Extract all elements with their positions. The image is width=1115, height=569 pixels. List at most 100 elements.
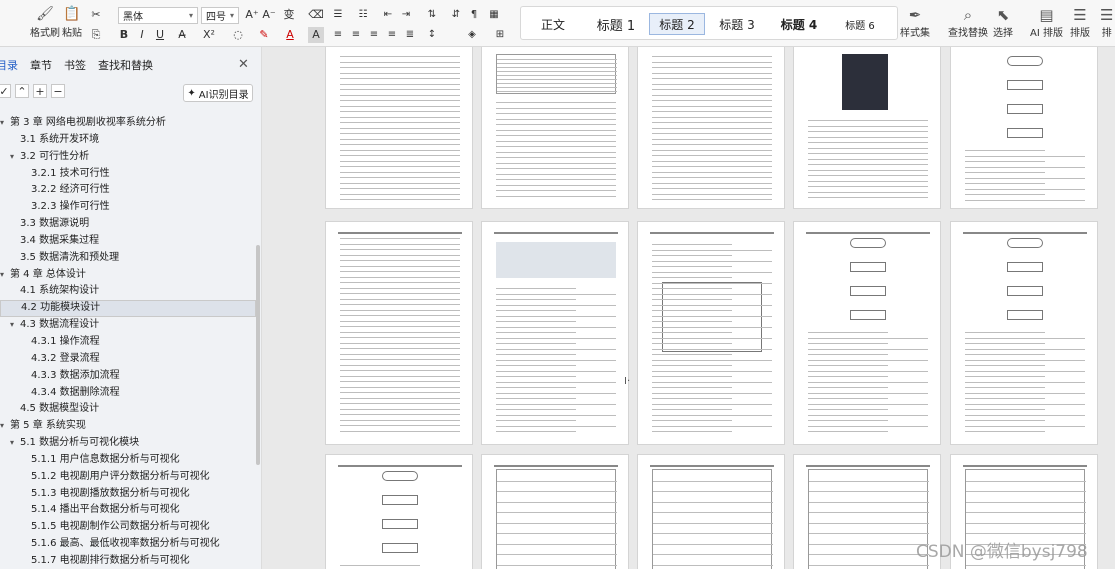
char-shading-icon[interactable]: A [308, 27, 324, 43]
style-heading-6[interactable]: 标题 6 [833, 13, 887, 35]
document-page[interactable] [637, 47, 785, 209]
sort-icon[interactable]: ⇵ [448, 7, 464, 23]
shrink-font-icon[interactable]: A⁻ [261, 7, 277, 23]
distributed-icon[interactable]: ≣ [402, 27, 418, 43]
chevron-down-icon[interactable]: ▾ [0, 267, 4, 284]
chevron-down-icon[interactable]: ▾ [10, 149, 14, 166]
move-up-icon[interactable]: ⌃ [15, 84, 29, 98]
ai-toc-button[interactable]: ✦ AI识别目录 [183, 84, 253, 102]
toc-item[interactable]: 4.3.1 操作流程 [0, 334, 256, 351]
chevron-down-icon[interactable]: ▾ [10, 317, 14, 334]
toc-item[interactable]: 3.2.3 操作可行性 [0, 199, 256, 216]
style-heading-4[interactable]: 标题 4 [769, 13, 829, 35]
paste-button[interactable]: 📋 粘贴 [62, 6, 82, 39]
style-heading-2[interactable]: 标题 2 [649, 13, 705, 35]
document-page[interactable] [793, 221, 941, 445]
remove-heading-icon[interactable]: − [51, 84, 65, 98]
document-page[interactable] [481, 221, 629, 445]
copy-icon[interactable]: ⎘ [88, 27, 104, 43]
close-icon[interactable]: ✕ [238, 57, 249, 72]
phonetic-guide-icon[interactable]: 变 [281, 7, 297, 23]
toc-item[interactable]: 5.1.5 电视剧制作公司数据分析与可视化 [0, 519, 256, 536]
grow-font-icon[interactable]: A⁺ [244, 7, 260, 23]
toc-item[interactable]: ▾ 第 4 章 总体设计 [0, 267, 256, 284]
toc-item[interactable]: 4.3.4 数据删除流程 [0, 385, 256, 402]
layout-button[interactable]: ☰ 排版 [1070, 6, 1090, 39]
toc-item[interactable]: ▾ 5.1 数据分析与可视化模块 [0, 435, 256, 452]
align-left-icon[interactable]: ≡ [330, 27, 346, 43]
toc-item[interactable]: 5.1.7 电视剧排行数据分析与可视化 [0, 553, 256, 569]
toc-item[interactable]: 4.2 功能模块设计 [0, 300, 256, 318]
more-layout-button[interactable]: ☰ 排 [1100, 6, 1113, 39]
italic-icon[interactable]: I [134, 27, 150, 43]
align-center-icon[interactable]: ≡ [348, 27, 364, 43]
style-heading-1[interactable]: 标题 1 [585, 13, 647, 35]
document-page[interactable] [637, 221, 785, 445]
toc-item[interactable]: ▾ 第 3 章 网络电视剧收视率系统分析 [0, 115, 256, 132]
toc-item[interactable]: 5.1.1 用户信息数据分析与可视化 [0, 452, 256, 469]
toc-item[interactable]: ▾ 第 5 章 系统实现 [0, 418, 256, 435]
font-size-select[interactable]: 四号 ▾ [201, 7, 239, 24]
chevron-down-icon[interactable]: ▾ [0, 418, 4, 435]
nav-scrollbar[interactable] [256, 245, 260, 465]
toc-item[interactable]: 3.2.1 技术可行性 [0, 166, 256, 183]
document-page[interactable] [481, 47, 629, 209]
highlight-icon[interactable]: ✎ [256, 27, 272, 43]
style-normal[interactable]: 正文 [531, 13, 575, 35]
tab-bookmarks[interactable]: 书签 [64, 57, 86, 73]
tab-toc[interactable]: 目录 [0, 57, 18, 73]
align-right-icon[interactable]: ≡ [366, 27, 382, 43]
table-borders-icon[interactable]: ⊞ [492, 27, 508, 43]
toc-item[interactable]: 5.1.4 播出平台数据分析与可视化 [0, 502, 256, 519]
document-page[interactable] [325, 221, 473, 445]
toc-item[interactable]: ▾ 3.2 可行性分析 [0, 149, 256, 166]
document-page[interactable] [325, 454, 473, 569]
toc-item[interactable]: 4.5 数据模型设计 [0, 401, 256, 418]
chevron-down-icon[interactable]: ▾ [10, 435, 14, 452]
toc-item[interactable]: 5.1.6 最高、最低收视率数据分析与可视化 [0, 536, 256, 553]
text-direction-icon[interactable]: ⇅ [424, 7, 440, 23]
strikethrough-icon[interactable]: A̶ [174, 27, 190, 43]
borders-icon[interactable]: ▦ [486, 7, 502, 23]
toc-item[interactable]: 4.3.3 数据添加流程 [0, 368, 256, 385]
decrease-indent-icon[interactable]: ⇤ [380, 7, 396, 23]
toc-item[interactable]: 4.1 系统架构设计 [0, 283, 256, 300]
toc-item[interactable]: 3.4 数据采集过程 [0, 233, 256, 250]
style-heading-3[interactable]: 标题 3 [709, 13, 765, 35]
document-page[interactable] [793, 47, 941, 209]
document-page[interactable] [950, 47, 1098, 209]
paragraph-mark-icon[interactable]: ¶ [466, 7, 482, 23]
underline-icon[interactable]: U [152, 27, 168, 43]
toc-item[interactable]: 4.3.2 登录流程 [0, 351, 256, 368]
justify-icon[interactable]: ≡ [384, 27, 400, 43]
bold-icon[interactable]: B [116, 27, 132, 43]
ai-layout-button[interactable]: ▤ AI 排版 [1030, 6, 1063, 39]
toc-item[interactable]: 3.2.2 经济可行性 [0, 182, 256, 199]
format-painter-button[interactable]: 🖌 格式刷 [30, 6, 60, 39]
toc-item[interactable]: ▾ 4.3 数据流程设计 [0, 317, 256, 334]
bullet-list-icon[interactable]: ☰ [330, 7, 346, 23]
clear-format-icon[interactable]: ⌫ [308, 7, 324, 23]
document-page[interactable] [637, 454, 785, 569]
toc-item[interactable]: 3.3 数据源说明 [0, 216, 256, 233]
toc-item[interactable]: 5.1.2 电视剧用户评分数据分析与可视化 [0, 469, 256, 486]
cut-icon[interactable]: ✂ [88, 7, 104, 23]
increase-indent-icon[interactable]: ⇥ [398, 7, 414, 23]
shading-icon[interactable]: ◈ [464, 27, 480, 43]
select-button[interactable]: ⬉ 选择 [993, 6, 1013, 39]
tab-find-replace[interactable]: 查找和替换 [98, 57, 153, 73]
add-heading-icon[interactable]: + [33, 84, 47, 98]
document-multi-page-view[interactable] [262, 47, 1115, 569]
tab-chapters[interactable]: 章节 [30, 57, 52, 73]
find-replace-button[interactable]: ⌕ 查找替换 [948, 6, 988, 39]
collapse-all-icon[interactable]: ✓ [0, 84, 11, 98]
chevron-down-icon[interactable]: ▾ [0, 115, 4, 132]
emphasis-icon[interactable]: ◌ [230, 27, 246, 43]
document-page[interactable] [950, 221, 1098, 445]
superscript-icon[interactable]: X² [201, 27, 217, 43]
line-spacing-icon[interactable]: ↕ [424, 27, 440, 43]
numbered-list-icon[interactable]: ☷ [355, 7, 371, 23]
toc-item[interactable]: 3.5 数据清洗和预处理 [0, 250, 256, 267]
style-set-button[interactable]: ✒ 样式集 [900, 6, 930, 39]
document-page[interactable] [481, 454, 629, 569]
